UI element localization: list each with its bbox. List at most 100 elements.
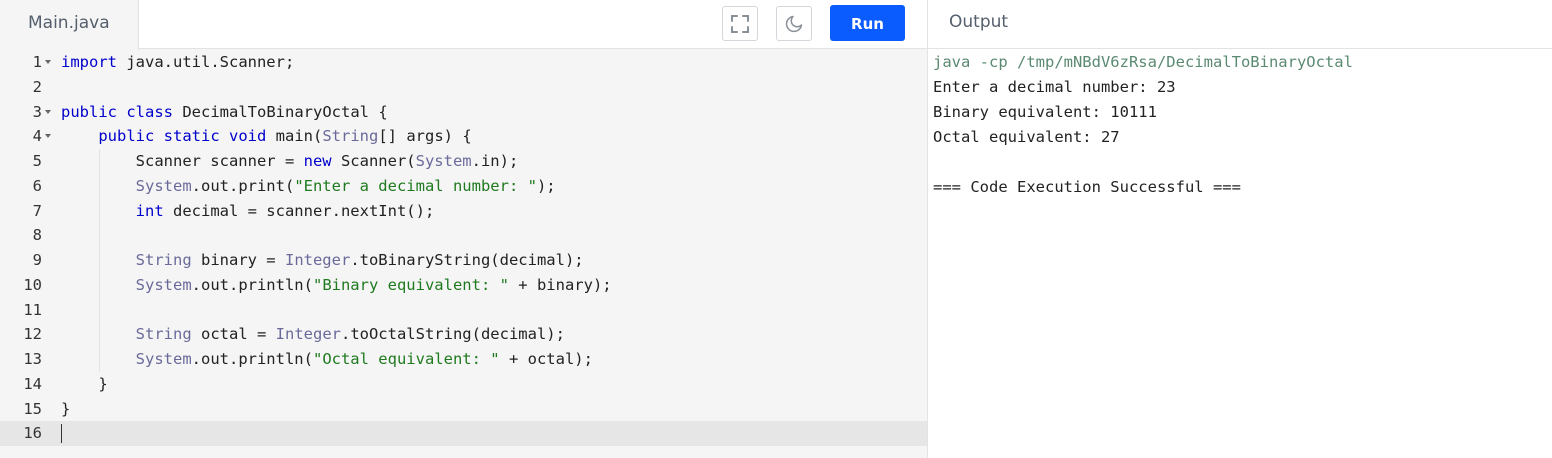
code-editor[interactable]: 1 import java.util.Scanner; 2 3 public class… [0,50,927,458]
fullscreen-button[interactable] [722,6,758,41]
line-number: 7 [32,201,42,220]
code-text: System.out.println("Binary equivalent: "… [61,273,612,298]
code-line[interactable]: 8 [0,223,927,249]
theme-toggle-button[interactable] [776,6,812,41]
code-token: + octal); [499,350,593,368]
output-console: java -cp /tmp/mNBdV6zRsa/DecimalToBinary… [933,50,1353,200]
code-token: void [229,127,267,146]
code-token: octal = [191,325,276,344]
code-line[interactable]: 12 String octal = Integer.toOctalString(… [0,322,927,348]
code-token: String [135,325,192,344]
code-token: Scanner scanner = [61,152,304,170]
editor-toolbar: Main.java Run [0,0,927,50]
code-token: public [61,102,117,121]
code-text: public static void main(String[] args) { [61,124,472,149]
indent-guide [98,297,100,323]
code-token: java.util.Scanner; [117,53,295,71]
code-line[interactable]: 1 import java.util.Scanner; [0,50,927,75]
code-line[interactable]: 11 [0,297,927,323]
code-line[interactable]: 6 System.out.print("Enter a decimal numb… [0,173,927,199]
line-number: 1 [32,53,42,71]
line-number: 4 [32,127,42,146]
code-token: class [126,102,174,121]
run-button[interactable]: Run [830,5,905,41]
code-token: binary = [191,251,285,269]
fold-arrow-icon[interactable] [45,109,51,114]
code-line[interactable]: 15} [0,397,927,422]
code-token: } [61,374,108,393]
line-number: 6 [32,176,42,195]
code-token: System [135,350,192,368]
code-token: .out.println( [191,275,313,294]
code-token: decimal = scanner.nextInt(); [163,201,435,220]
code-text: } [61,372,108,397]
code-line[interactable]: 13 System.out.println("Octal equivalent:… [0,347,927,372]
code-token: "Octal equivalent: " [312,350,500,368]
code-token: System [415,152,472,170]
output-line: Octal equivalent: 27 [933,128,1120,146]
output-line: Binary equivalent: 10111 [933,103,1157,121]
code-line[interactable]: 7 int decimal = scanner.nextInt(); [0,198,927,224]
code-line[interactable]: 3 public class DecimalToBinaryOctal { [0,100,927,125]
line-number: 13 [23,350,42,368]
code-token: import [61,53,117,71]
file-tab[interactable]: Main.java [0,0,139,50]
line-number: 2 [32,77,42,96]
code-token: String [135,251,192,269]
code-line[interactable]: 16 [0,421,927,447]
code-text: String octal = Integer.toOctalString(dec… [61,322,565,347]
code-token: .out.println( [191,350,313,368]
line-number: 11 [23,300,42,319]
line-number: 16 [23,424,42,443]
line-number: 10 [23,275,42,294]
code-token: new [303,152,332,170]
code-line[interactable]: 4 public static void main(String[] args)… [0,124,927,149]
output-panel: Output java -cp /tmp/mNBdV6zRsa/DecimalT… [928,0,1552,458]
code-token: public [98,127,155,146]
code-text: Scanner scanner = new Scanner(System.in)… [61,149,519,174]
code-token: .out.print( [191,176,295,195]
code-token: Scanner( [331,152,416,170]
code-token: int [135,201,164,220]
editor-panel: Main.java Run 1 import java.util.Scanner;… [0,0,928,458]
code-text: String binary = Integer.toBinaryString(d… [61,248,584,273]
indent-guide [98,223,100,249]
code-token: .in); [471,152,519,170]
code-token: } [61,399,71,418]
code-text: public class DecimalToBinaryOctal { [61,100,388,125]
fold-arrow-icon[interactable] [45,60,51,64]
fold-arrow-icon[interactable] [45,134,51,139]
code-text: System.out.print("Enter a decimal number… [61,174,556,199]
line-number: 3 [32,102,42,121]
code-token: .toOctalString(decimal); [340,325,565,344]
line-number: 8 [32,226,42,245]
code-text: } [61,397,70,422]
code-line[interactable]: 2 [0,75,927,100]
line-number: 5 [32,152,42,170]
code-line[interactable]: 14 } [0,372,927,397]
line-number: 12 [23,325,42,344]
code-line[interactable]: 10 System.out.println("Binary equivalent… [0,272,927,298]
output-line: === Code Execution Successful === [933,178,1241,196]
code-token: String [322,127,379,146]
code-text: int decimal = scanner.nextInt(); [61,199,435,224]
code-line[interactable]: 5 Scanner scanner = new Scanner(System.i… [0,149,927,174]
fullscreen-icon [731,14,749,33]
code-token: + binary); [508,275,612,294]
code-token: System [135,176,192,195]
code-token: DecimalToBinaryOctal { [173,102,388,121]
code-line[interactable]: 9 String binary = Integer.toBinaryString… [0,248,927,273]
code-token: main( [266,127,323,146]
code-token: static [163,127,220,146]
code-text: System.out.println("Octal equivalent: " … [61,347,593,372]
output-line: Enter a decimal number: 23 [933,78,1176,96]
code-token: [] args) { [378,127,472,146]
